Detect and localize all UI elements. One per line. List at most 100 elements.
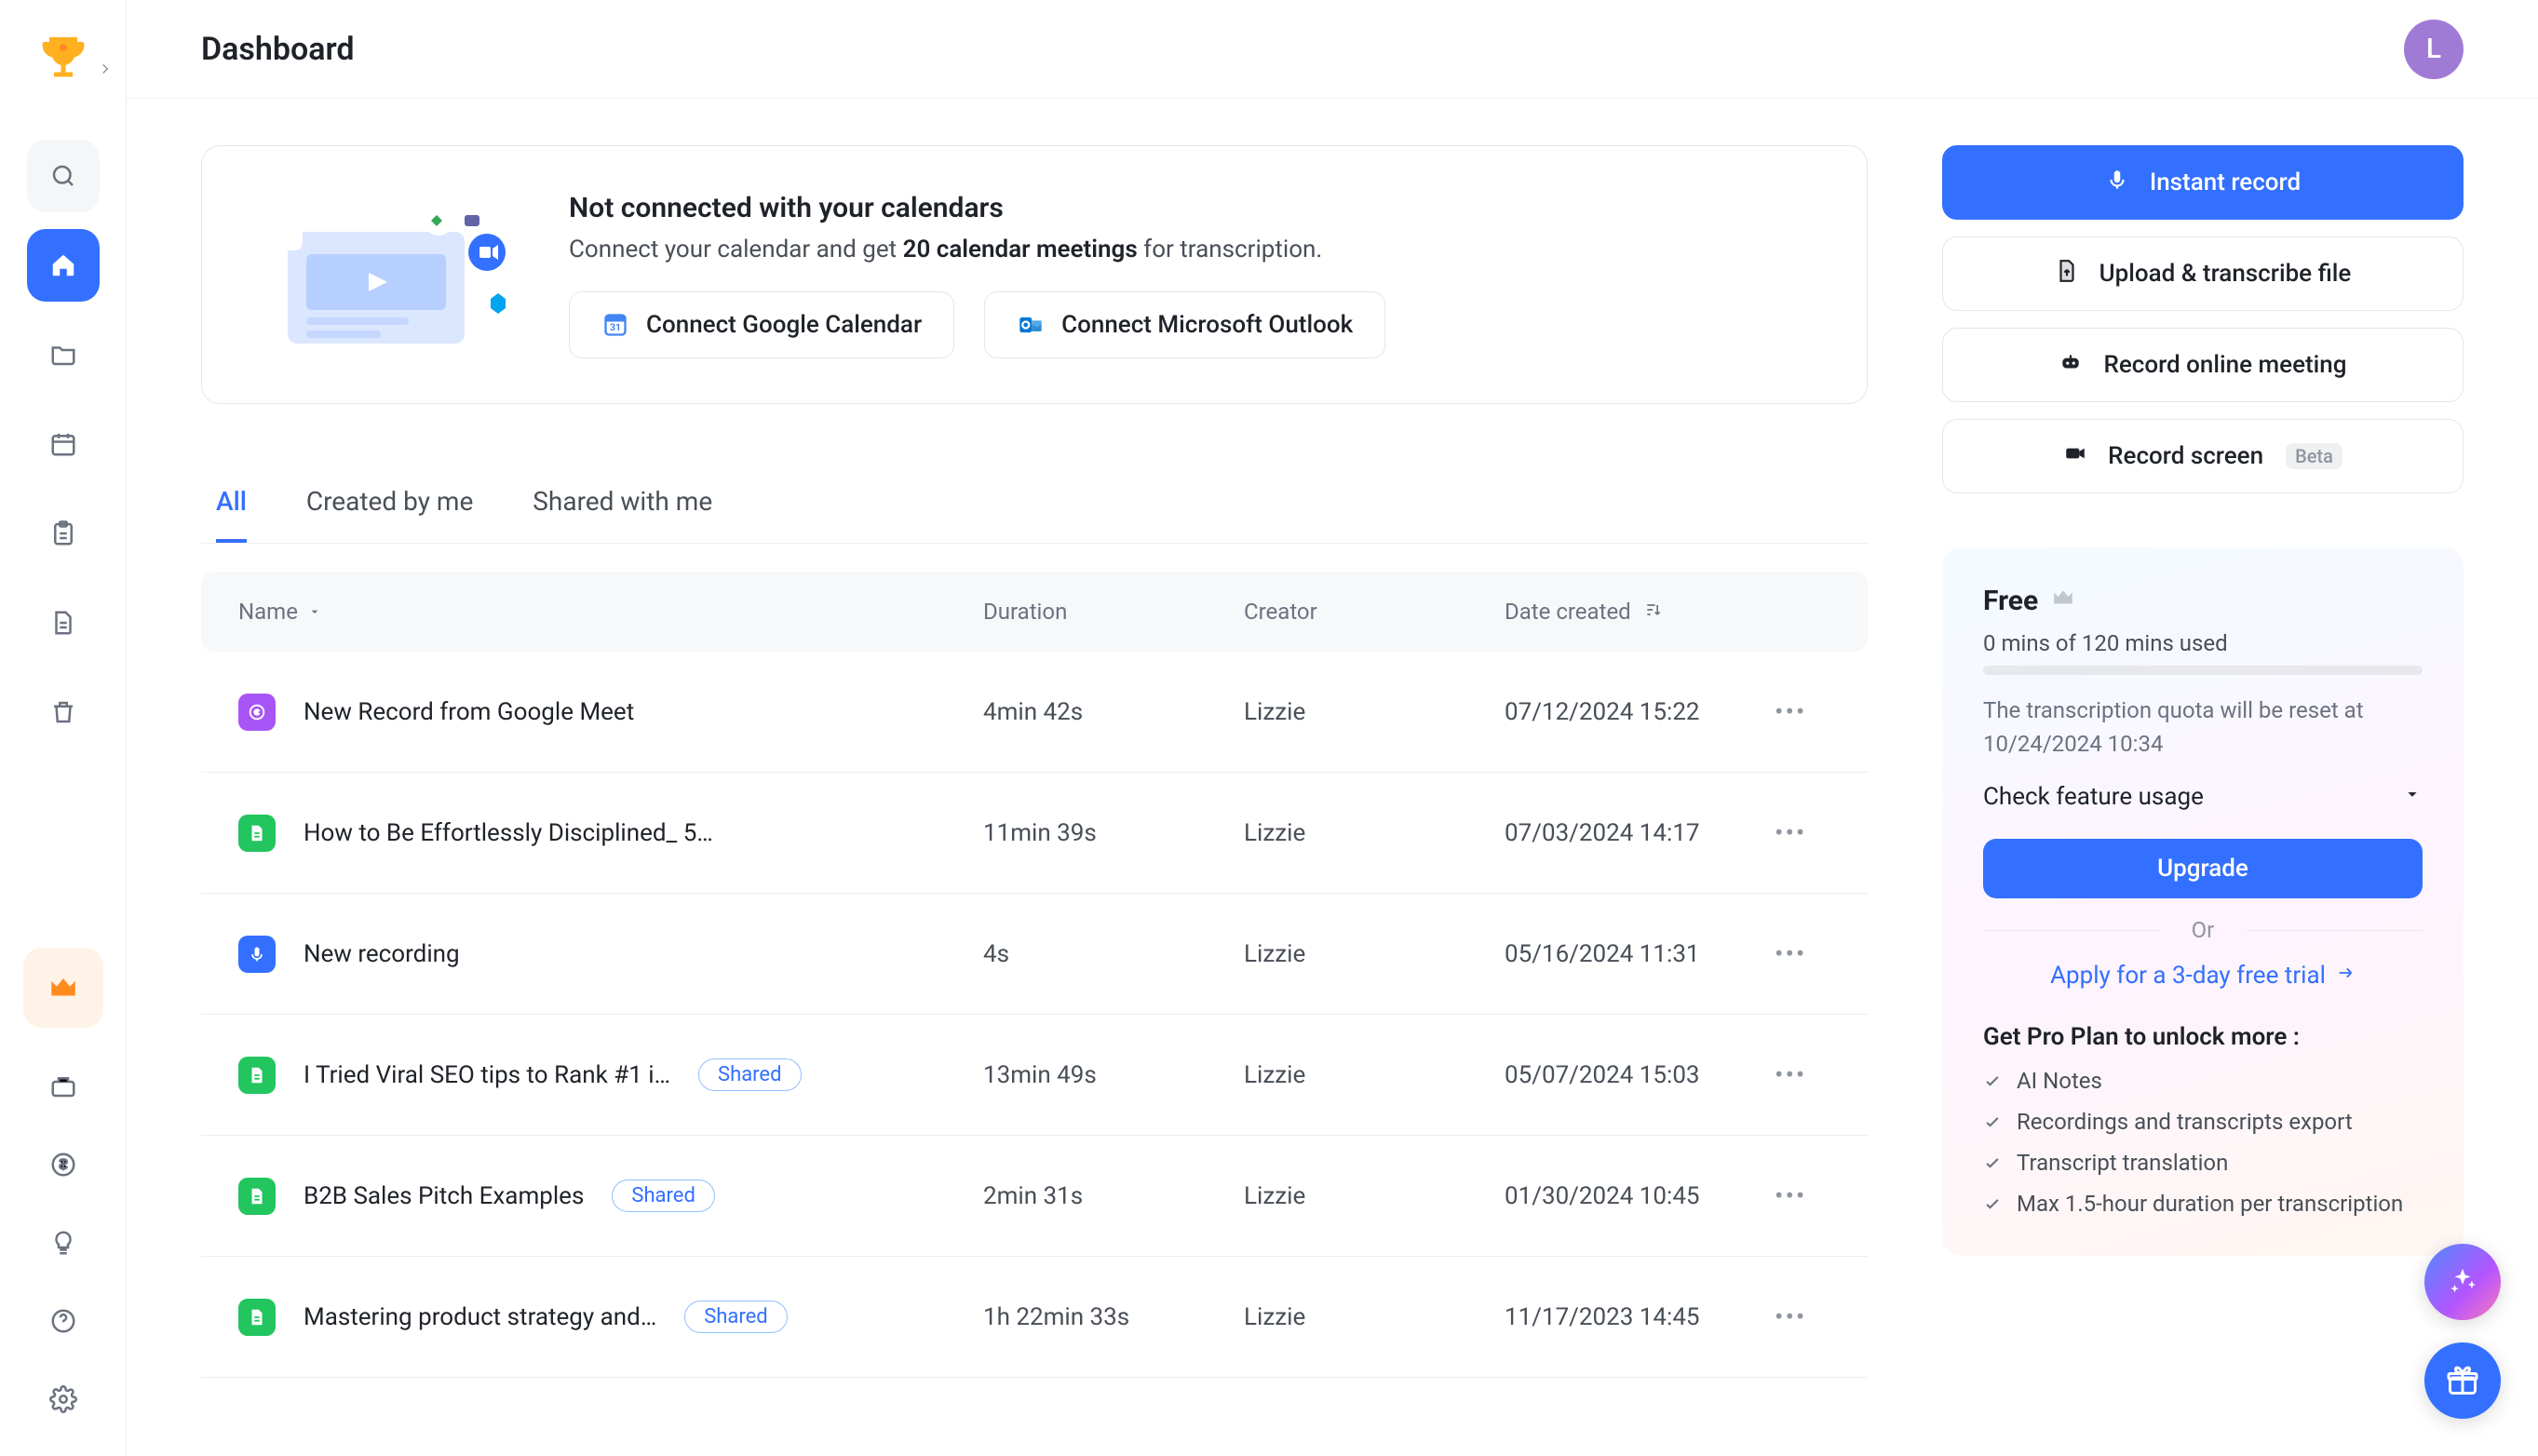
plan-name: Free xyxy=(1983,585,2423,617)
recording-name: New Record from Google Meet xyxy=(304,698,634,726)
button-label: Record online meeting xyxy=(2103,351,2346,379)
nav-search[interactable] xyxy=(27,140,100,212)
row-more-icon[interactable]: ••• xyxy=(1775,938,1806,969)
recording-duration: 11min 39s xyxy=(983,819,1244,847)
pro-plan-title: Get Pro Plan to unlock more : xyxy=(1983,1023,2423,1051)
check-icon xyxy=(1983,1193,2002,1219)
google-calendar-icon: 31 xyxy=(601,311,629,339)
page-title: Dashboard xyxy=(201,31,355,68)
tab-all[interactable]: All xyxy=(216,467,247,543)
plan-usage: 0 mins of 120 mins used xyxy=(1983,630,2423,656)
pro-feature-item: Max 1.5-hour duration per transcription xyxy=(1983,1191,2423,1219)
check-icon xyxy=(1983,1070,2002,1096)
nav-clipboard[interactable] xyxy=(27,497,100,570)
banner-sub-pre: Connect your calendar and get xyxy=(569,236,903,263)
chevron-down-icon xyxy=(2402,783,2423,811)
nav-tips[interactable] xyxy=(27,1207,100,1279)
recording-name: New recording xyxy=(304,940,460,968)
nav-group xyxy=(0,140,126,748)
table-row[interactable]: New Record from Google Meet4min 42sLizzi… xyxy=(201,652,1868,773)
right-column: Instant record Upload & transcribe file … xyxy=(1942,145,2464,1456)
th-name-label: Name xyxy=(238,599,298,625)
upload-transcribe-button[interactable]: Upload & transcribe file xyxy=(1942,236,2464,311)
avatar[interactable]: L xyxy=(2404,20,2464,79)
nav-trash[interactable] xyxy=(27,676,100,748)
button-label: Instant record xyxy=(2150,169,2301,196)
banner-sub-bold: 20 calendar meetings xyxy=(903,236,1138,263)
recording-duration: 4s xyxy=(983,940,1244,968)
record-online-meeting-button[interactable]: Record online meeting xyxy=(1942,328,2464,402)
feature-usage-toggle[interactable]: Check feature usage xyxy=(1983,783,2423,811)
upgrade-button[interactable]: Upgrade xyxy=(1983,839,2423,898)
nav-upgrade-crown[interactable] xyxy=(23,948,103,1028)
pro-feature-text: Transcript translation xyxy=(2017,1150,2228,1176)
recording-creator: Lizzie xyxy=(1244,1061,1505,1089)
or-separator: Or xyxy=(1983,917,2423,943)
document-icon xyxy=(238,1299,276,1336)
button-label: Record screen xyxy=(2108,442,2263,470)
nav-folder[interactable] xyxy=(27,318,100,391)
table-row[interactable]: Mastering product strategy and…Shared1h … xyxy=(201,1257,1868,1378)
document-icon xyxy=(238,1178,276,1215)
connect-google-calendar-button[interactable]: 31 Connect Google Calendar xyxy=(569,291,954,358)
nav-file[interactable] xyxy=(27,586,100,659)
recording-date: 07/03/2024 14:17 xyxy=(1505,819,1775,847)
recording-date: 05/07/2024 15:03 xyxy=(1505,1061,1775,1089)
recording-name: B2B Sales Pitch Examples xyxy=(304,1182,584,1210)
mic-icon xyxy=(2105,168,2129,198)
outlook-icon xyxy=(1017,311,1045,339)
pro-feature-list: AI NotesRecordings and transcripts expor… xyxy=(1983,1068,2423,1219)
th-date-label: Date created xyxy=(1505,599,1631,625)
table-row[interactable]: I Tried Viral SEO tips to Rank #1 i…Shar… xyxy=(201,1015,1868,1136)
table-row[interactable]: How to Be Effortlessly Disciplined_ 5…11… xyxy=(201,773,1868,894)
row-more-icon[interactable]: ••• xyxy=(1775,1180,1806,1211)
recording-creator: Lizzie xyxy=(1244,940,1505,968)
document-icon xyxy=(238,1057,276,1094)
banner-subtitle: Connect your calendar and get 20 calenda… xyxy=(569,236,1816,263)
tab-shared-with-me[interactable]: Shared with me xyxy=(533,467,712,543)
recordings-tabs: All Created by me Shared with me xyxy=(201,467,1868,544)
trophy-icon xyxy=(34,31,93,90)
pro-feature-text: Max 1.5-hour duration per transcription xyxy=(2017,1191,2403,1217)
row-more-icon[interactable]: ••• xyxy=(1775,696,1806,727)
calendar-connect-banner: Not connected with your calendars Connec… xyxy=(201,145,1868,404)
table-row[interactable]: New recording 4sLizzie05/16/2024 11:31••• xyxy=(201,894,1868,1015)
connect-outlook-button[interactable]: Connect Microsoft Outlook xyxy=(984,291,1385,358)
th-date[interactable]: Date created xyxy=(1505,599,1775,625)
nav-calendar[interactable] xyxy=(27,408,100,480)
table-row[interactable]: B2B Sales Pitch ExamplesShared2min 31sLi… xyxy=(201,1136,1868,1257)
row-more-icon[interactable]: ••• xyxy=(1775,1301,1806,1332)
recording-creator: Lizzie xyxy=(1244,819,1505,847)
instant-record-button[interactable]: Instant record xyxy=(1942,145,2464,220)
expand-sidebar-icon[interactable] xyxy=(94,58,116,80)
th-name[interactable]: Name xyxy=(238,599,983,625)
button-label: Connect Microsoft Outlook xyxy=(1061,311,1353,339)
sort-icon xyxy=(1644,599,1663,625)
nav-settings[interactable] xyxy=(27,1363,100,1436)
recording-date: 05/16/2024 11:31 xyxy=(1505,940,1775,968)
recording-duration: 1h 22min 33s xyxy=(983,1303,1244,1331)
recording-creator: Lizzie xyxy=(1244,698,1505,726)
nav-billing[interactable] xyxy=(27,1128,100,1201)
check-icon xyxy=(1983,1152,2002,1178)
rewards-fab[interactable] xyxy=(2424,1342,2501,1419)
plan-name-label: Free xyxy=(1983,585,2038,617)
th-duration: Duration xyxy=(983,599,1244,625)
nav-help[interactable] xyxy=(27,1285,100,1357)
tab-created-by-me[interactable]: Created by me xyxy=(306,467,473,543)
row-more-icon[interactable]: ••• xyxy=(1775,817,1806,848)
free-trial-link[interactable]: Apply for a 3-day free trial xyxy=(1983,962,2423,990)
svg-text:31: 31 xyxy=(610,320,621,332)
main: Not connected with your calendars Connec… xyxy=(127,99,2538,1456)
nav-briefcase[interactable] xyxy=(27,1050,100,1123)
pro-feature-item: Recordings and transcripts export xyxy=(1983,1109,2423,1137)
banner-sub-post: for transcription. xyxy=(1138,236,1323,263)
record-screen-button[interactable]: Record screen Beta xyxy=(1942,419,2464,493)
nav-home[interactable] xyxy=(27,229,100,302)
button-label: Connect Google Calendar xyxy=(646,311,922,339)
google-meet-icon xyxy=(238,694,276,731)
banner-title: Not connected with your calendars xyxy=(569,192,1816,224)
row-more-icon[interactable]: ••• xyxy=(1775,1059,1806,1090)
ai-assistant-fab[interactable] xyxy=(2424,1244,2501,1320)
recording-creator: Lizzie xyxy=(1244,1303,1505,1331)
